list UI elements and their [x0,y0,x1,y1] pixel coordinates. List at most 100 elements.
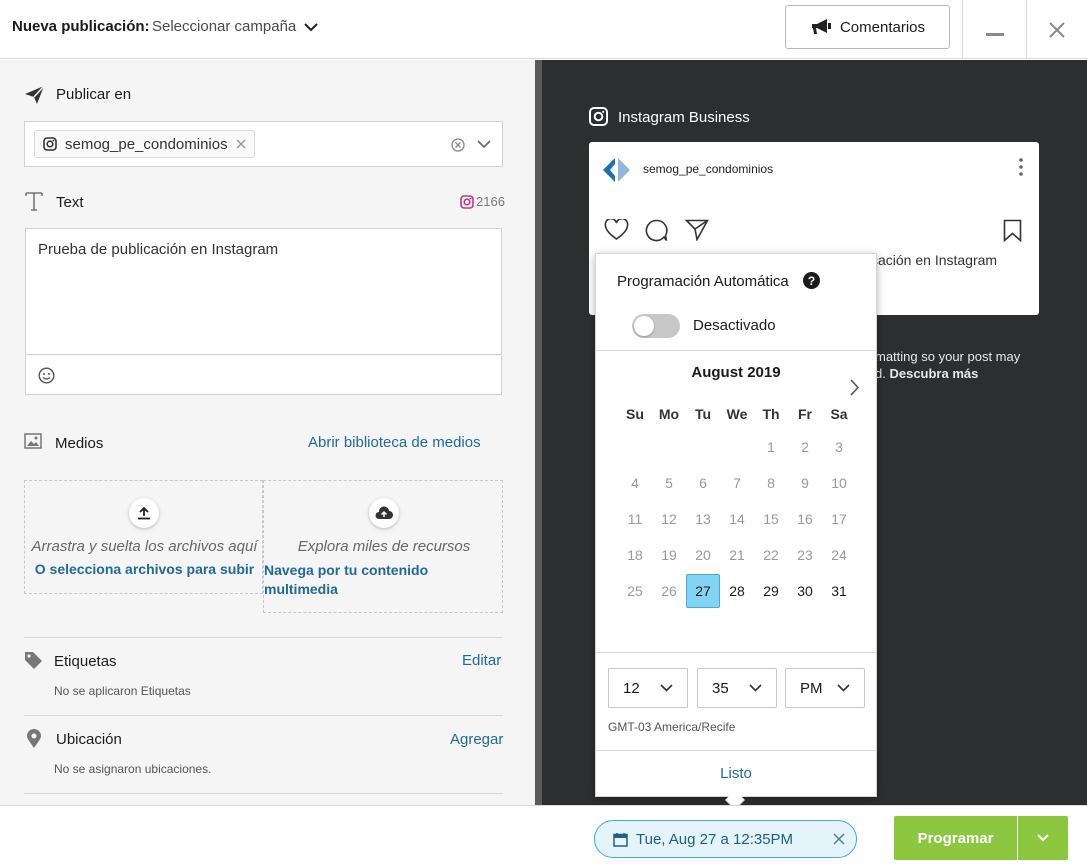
scheduled-date-text: Tue, Aug 27 a 12:35PM [636,830,794,848]
schedule-button[interactable]: Programar [894,816,1017,860]
calendar-day: 21 [729,547,745,563]
calendar-day-selected[interactable]: 27 [686,574,720,608]
profile-select[interactable]: semog_pe_condominios [24,121,503,167]
explore-text: Explora miles de recursos [297,538,471,555]
schedule-options-button[interactable] [1018,816,1068,860]
ampm-value: PM [800,679,823,697]
calendar-day: 1 [767,439,775,455]
select-files-link[interactable]: O selecciona archivos para subir [25,561,264,577]
calendar-day: 8 [767,475,775,491]
media-library-dropzone[interactable]: Explora miles de recursos Navega por tu … [263,480,503,613]
chevron-down-icon [304,22,318,32]
campaign-select[interactable]: Seleccionar campaña [152,18,318,35]
calendar-day: 25 [627,583,643,599]
calendar-day: 15 [763,511,779,527]
weekday-label: Th [762,406,780,422]
calendar-day[interactable]: 29 [754,574,788,608]
calendar-day[interactable]: 30 [788,574,822,608]
remove-profile-icon[interactable] [236,139,246,149]
clear-date-icon[interactable] [833,833,845,845]
bookmark-icon [1003,219,1022,242]
cloud-upload-icon [369,498,399,528]
done-button[interactable]: Listo [596,765,876,782]
char-count-value: 2166 [476,194,505,209]
share-icon [685,219,709,241]
preview-network-label: Instagram Business [618,109,750,126]
calendar-day: 16 [797,511,813,527]
calendar-day: 26 [661,583,677,599]
minute-select[interactable]: 35 [697,668,777,708]
auto-schedule-toggle[interactable] [632,314,680,338]
calendar-day: 22 [763,547,779,563]
help-icon[interactable]: ? [803,272,820,289]
minute-value: 35 [712,679,729,697]
profile-chip-label: semog_pe_condominios [65,135,228,153]
calendar-day: 2 [801,439,809,455]
megaphone-icon [810,18,832,36]
toggle-state-label: Desactivado [693,317,776,334]
weekday-label: Tu [694,406,712,422]
scrollbar[interactable] [535,60,542,805]
location-pin-icon [26,729,42,749]
calendar-day: 20 [695,547,711,563]
image-icon [24,433,42,449]
close-button[interactable] [1027,0,1087,59]
section-divider [24,637,503,638]
minimize-button[interactable] [963,0,1026,59]
chevron-down-icon [660,684,673,692]
upload-dropzone[interactable]: Arrastra y suelta los archivos aquí O se… [24,480,263,594]
ampm-select[interactable]: PM [785,668,865,708]
calendar-day: 18 [627,547,643,563]
section-divider [24,793,503,794]
publish-in-label: Publicar en [56,86,132,103]
open-media-library-link[interactable]: Abrir biblioteca de medios [308,434,481,451]
text-type-icon [25,191,43,211]
location-label: Ubicación [56,731,122,748]
paper-plane-icon [25,86,45,104]
svg-text:?: ? [808,274,815,288]
browse-content-link[interactable]: Navega por tu contenido multimedia [264,561,464,599]
toggle-knob [634,316,654,336]
instagram-icon [589,107,608,126]
post-text-area[interactable]: Prueba de publicación en Instagram [25,228,502,355]
drop-text: Arrastra y suelta los archivos aquí [31,538,258,555]
calendar-day: 19 [661,547,677,563]
preview-caption: cación en Instagram [871,252,998,268]
calendar-day: 3 [835,439,843,455]
chevron-down-icon [1037,834,1049,842]
calendar-day[interactable]: 28 [720,574,754,608]
hour-select[interactable]: 12 [608,668,688,708]
calendar-day: 12 [661,511,677,527]
popup-divider [596,652,876,653]
learn-more-link[interactable]: Descubra más [889,366,978,381]
calendar-icon [613,832,628,847]
comments-button[interactable]: Comentarios [785,5,950,49]
preview-note: matting so your post may d. Descubra más [875,348,1075,382]
calendar-day[interactable]: 31 [822,574,856,608]
next-month-icon[interactable] [850,379,860,396]
calendar-day: 14 [729,511,745,527]
tags-empty-text: No se aplicaron Etiquetas [54,684,191,698]
text-label: Text [56,194,84,211]
chevron-down-icon [837,684,850,692]
preview-account-name: semog_pe_condominios [643,162,774,176]
tags-label: Etiquetas [54,653,117,670]
media-label: Medios [55,435,104,452]
popup-divider [596,750,876,751]
scheduled-date-chip[interactable]: Tue, Aug 27 a 12:35PM [594,820,857,858]
chevron-down-icon[interactable] [477,140,491,149]
chevron-down-icon [749,684,762,692]
calendar-day: 13 [695,511,711,527]
heart-icon [604,219,629,241]
clear-circle-icon[interactable] [451,138,465,152]
header: Nueva publicación: Seleccionar campaña C… [0,0,1087,59]
emoji-icon[interactable] [38,367,55,384]
calendar-day: 10 [831,475,847,491]
comments-button-label: Comentarios [839,18,926,36]
edit-tags-link[interactable]: Editar [462,652,501,669]
account-avatar [601,156,631,184]
add-location-link[interactable]: Agregar [450,731,503,748]
more-options-icon[interactable] [1019,158,1023,176]
calendar-day: 5 [665,475,673,491]
profile-chip: semog_pe_condominios [34,130,255,158]
